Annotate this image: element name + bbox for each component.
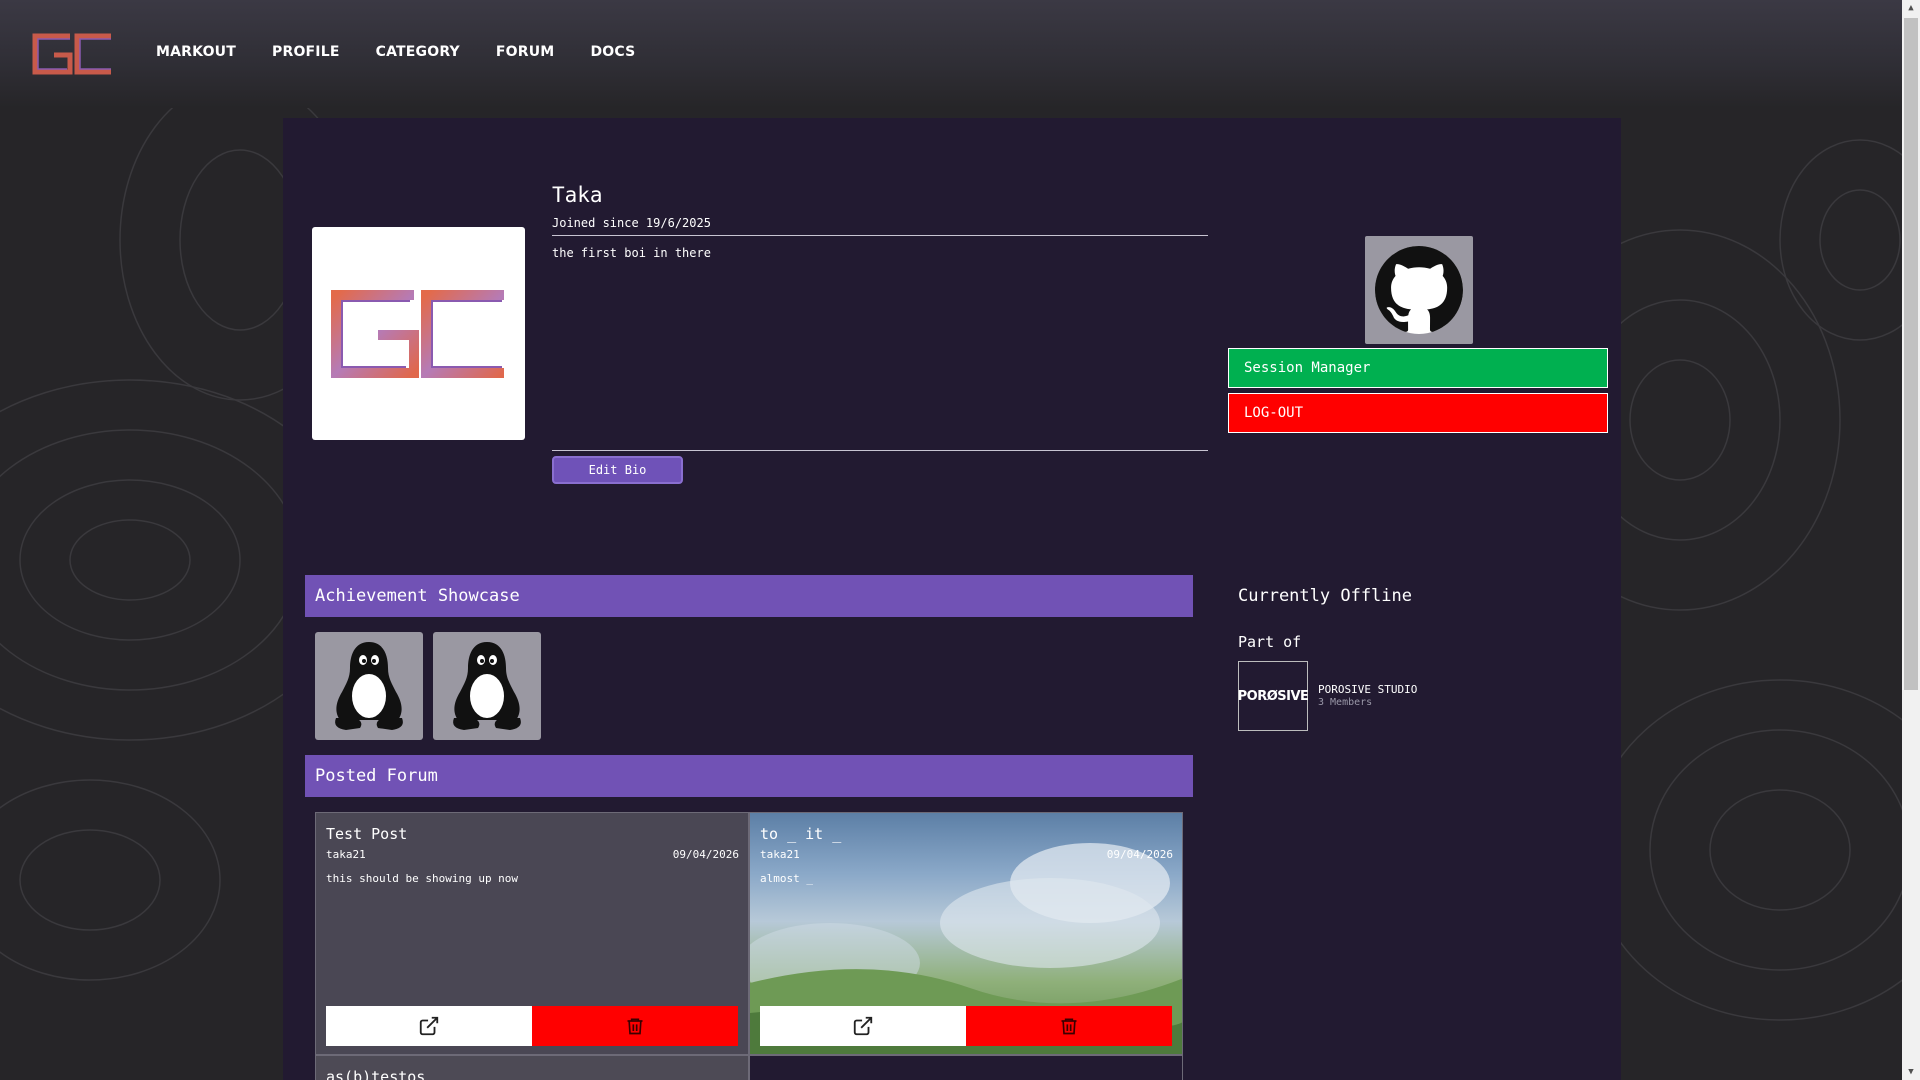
posted-forum-header: Posted Forum [305, 755, 1193, 797]
edit-bio-button[interactable]: Edit Bio [552, 456, 683, 484]
post-title: to _ it _ [760, 825, 842, 843]
bio-divider-top [552, 235, 1208, 236]
post-body: this should be showing up now [326, 872, 519, 885]
profile-avatar [312, 227, 525, 440]
logout-button[interactable]: LOG-OUT [1228, 393, 1608, 433]
post-author: taka21 [760, 848, 800, 861]
nav-markout[interactable]: MARKOUT [156, 44, 236, 60]
achievement-badge[interactable] [315, 632, 423, 740]
post-title: Test Post [326, 825, 408, 843]
open-post-button[interactable] [760, 1006, 966, 1046]
studio-logo[interactable]: PORØSIVE [1238, 661, 1309, 731]
bio-divider-bottom [552, 450, 1208, 451]
page-scrollbar[interactable]: ▲ ▼ [1902, 0, 1920, 1080]
nav-forum[interactable]: FORUM [496, 44, 555, 60]
external-link-icon [853, 1016, 873, 1036]
profile-joined-date: Joined since 19/6/2025 [552, 216, 711, 230]
delete-post-button[interactable] [966, 1006, 1172, 1046]
external-link-icon [419, 1016, 439, 1036]
nav-docs[interactable]: DOCS [590, 44, 635, 60]
nav-category[interactable]: CATEGORY [376, 44, 460, 60]
post-author: taka21 [326, 848, 366, 861]
forum-post-card[interactable]: as(b)testos [315, 1055, 749, 1080]
post-date: 09/04/2026 [672, 848, 739, 861]
nav-profile[interactable]: PROFILE [272, 44, 340, 60]
forum-post-card[interactable]: to _ it _ taka21 09/04/2026 almost _ [749, 812, 1183, 1055]
linux-tux-icon [453, 642, 521, 730]
trash-icon [627, 1018, 643, 1035]
avatar-logo-image [330, 289, 504, 378]
github-icon [1375, 246, 1463, 334]
delete-post-button[interactable] [532, 1006, 738, 1046]
forum-post-card[interactable]: Test Post taka21 09/04/2026 this should … [315, 812, 749, 1055]
online-status: Currently Offline [1238, 586, 1412, 606]
session-manager-button[interactable]: Session Manager [1228, 348, 1608, 388]
studio-name[interactable]: POROSIVE STUDIO [1318, 683, 1417, 696]
post-body: almost _ [760, 872, 813, 885]
linux-tux-icon [335, 642, 403, 730]
trash-icon [1061, 1018, 1077, 1035]
scroll-down-arrow[interactable]: ▼ [1902, 1064, 1920, 1080]
achievement-showcase-header: Achievement Showcase [305, 575, 1193, 617]
github-link[interactable] [1365, 236, 1473, 344]
open-post-button[interactable] [326, 1006, 532, 1046]
forum-post-card-empty [749, 1055, 1183, 1080]
studio-member-count: 3 Members [1318, 697, 1373, 708]
profile-bio: the first boi in there [552, 246, 711, 260]
scroll-up-arrow[interactable]: ▲ [1902, 0, 1920, 16]
post-date: 09/04/2026 [1106, 848, 1173, 861]
scrollbar-thumb[interactable] [1904, 18, 1918, 690]
main-nav: MARKOUT PROFILE CATEGORY FORUM DOCS [156, 44, 635, 60]
top-navigation-bar: MARKOUT PROFILE CATEGORY FORUM DOCS [0, 0, 1902, 108]
part-of-label: Part of [1238, 633, 1302, 651]
post-title: as(b)testos [326, 1068, 426, 1080]
site-logo[interactable] [32, 33, 114, 75]
profile-username: Taka [552, 183, 603, 207]
achievement-badge[interactable] [433, 632, 541, 740]
